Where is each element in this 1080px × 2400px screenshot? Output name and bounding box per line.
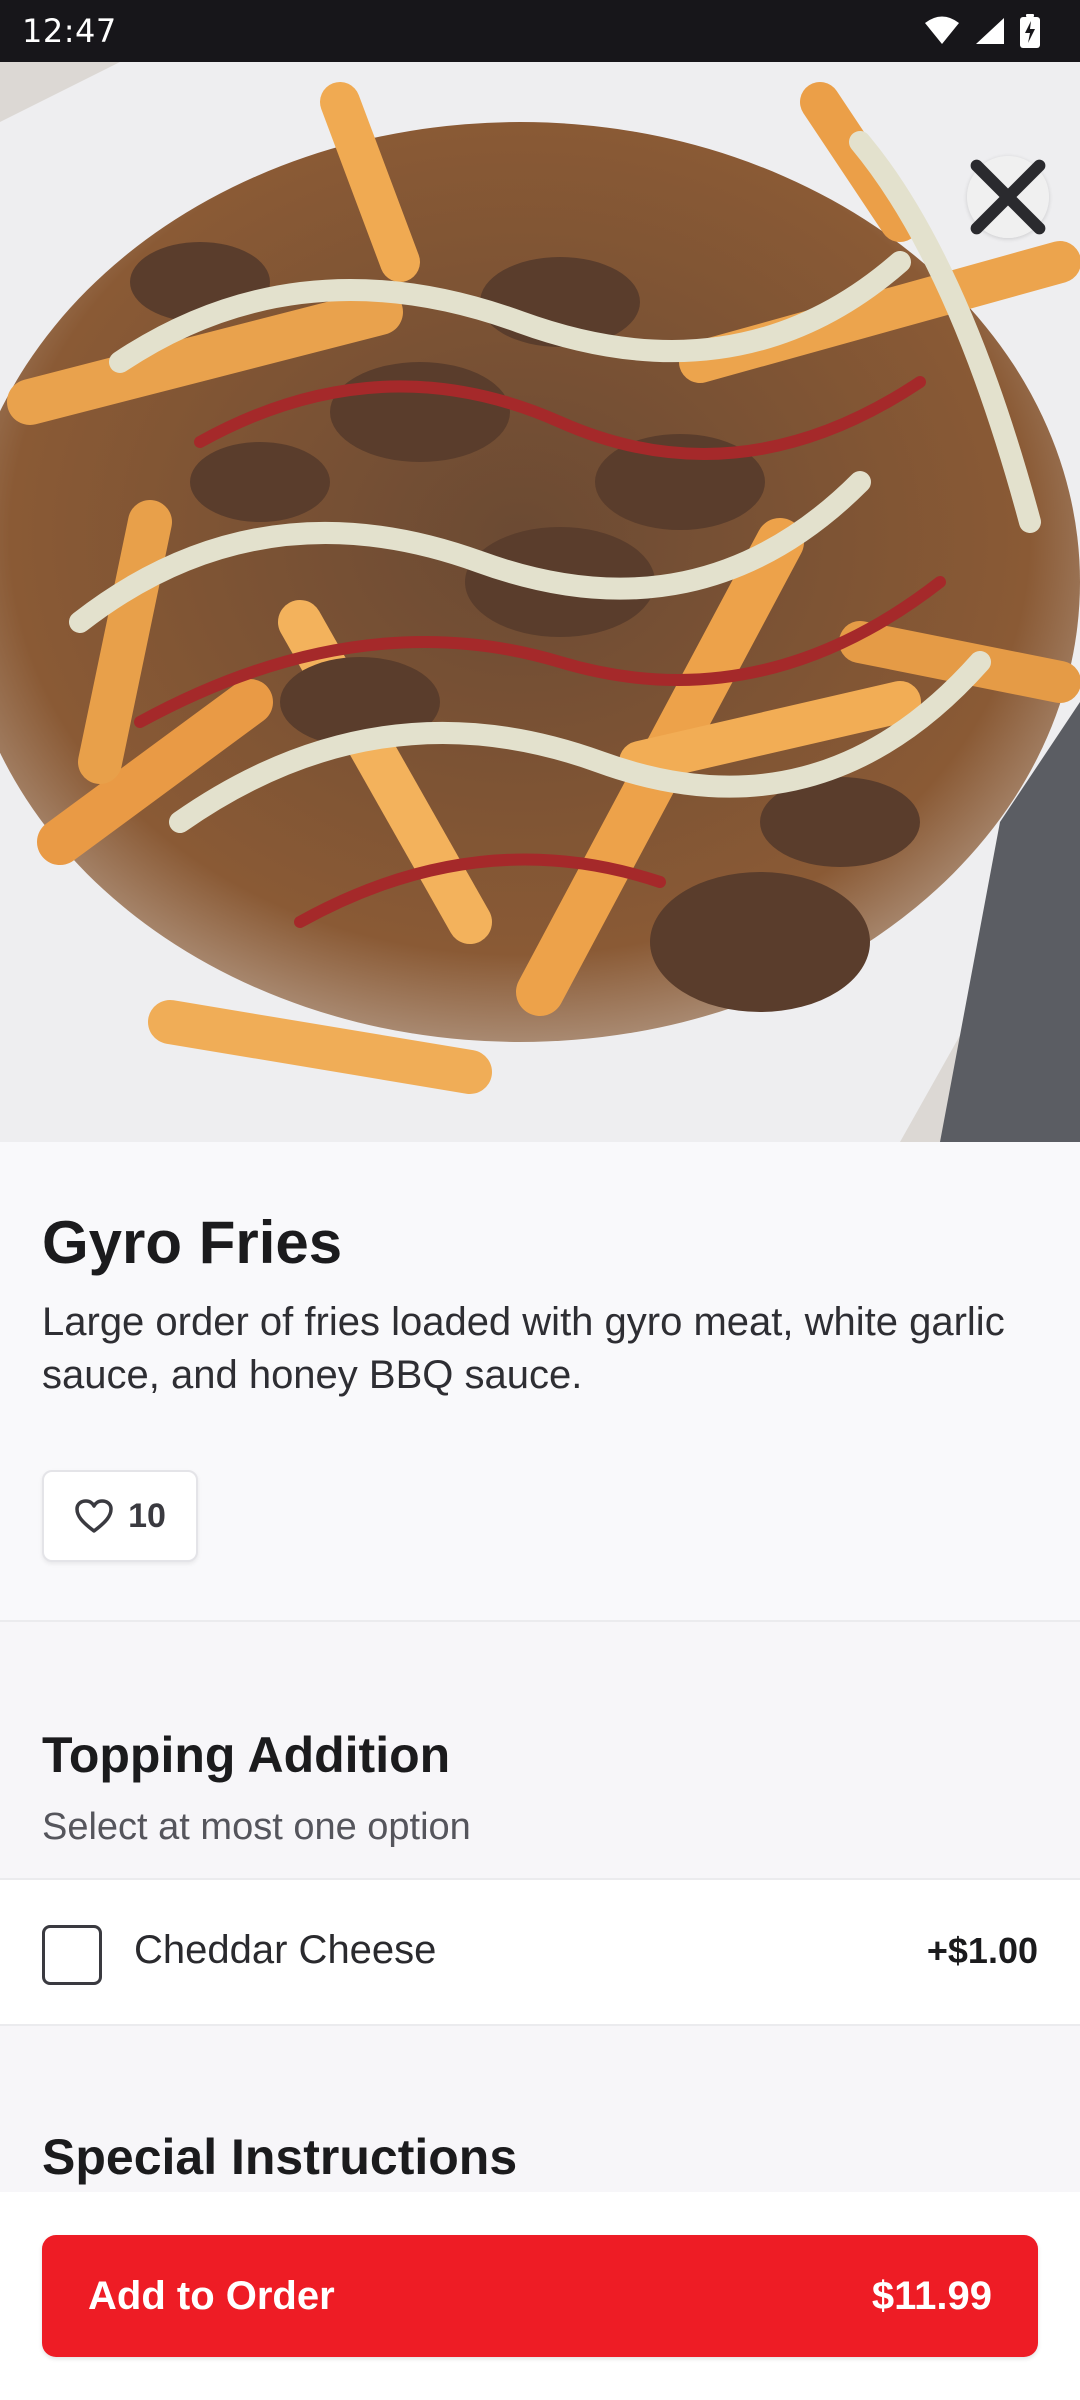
heart-outline-icon [75, 1499, 113, 1533]
status-icons [924, 14, 1040, 48]
signal-icon [976, 18, 1004, 44]
close-icon [970, 159, 1046, 235]
special-instructions-title: Special Instructions [42, 2129, 518, 2185]
like-count: 10 [128, 1496, 166, 1535]
item-description: Large order of fries loaded with gyro me… [42, 1300, 1005, 1397]
option-price: +$1.00 [926, 1930, 1038, 1971]
option-row[interactable]: Cheddar Cheese +$1.00 [0, 1878, 1080, 2026]
option-checkbox[interactable] [42, 1925, 102, 1985]
status-time: 12:47 [22, 12, 117, 50]
like-button[interactable]: 10 [42, 1470, 198, 1562]
item-details: Gyro Fries Large order of fries loaded w… [0, 1142, 1080, 1622]
item-photo [0, 62, 1080, 1142]
wifi-icon [925, 16, 959, 44]
battery-charging-icon [1020, 14, 1040, 48]
bottom-bar: Add to Order $11.99 [0, 2192, 1080, 2400]
close-button[interactable] [967, 156, 1049, 238]
topping-section-title: Topping Addition [42, 1727, 451, 1783]
topping-section-subtitle: Select at most one option [42, 1806, 471, 1848]
option-label: Cheddar Cheese [134, 1928, 437, 1972]
add-to-order-button[interactable]: Add to Order $11.99 [42, 2235, 1038, 2357]
gyro-fries-photo [0, 62, 1080, 1142]
item-title: Gyro Fries [42, 1209, 343, 1276]
add-to-order-label: Add to Order [88, 2273, 335, 2318]
status-bar: 12:47 [0, 0, 1080, 62]
order-price: $11.99 [871, 2273, 992, 2318]
